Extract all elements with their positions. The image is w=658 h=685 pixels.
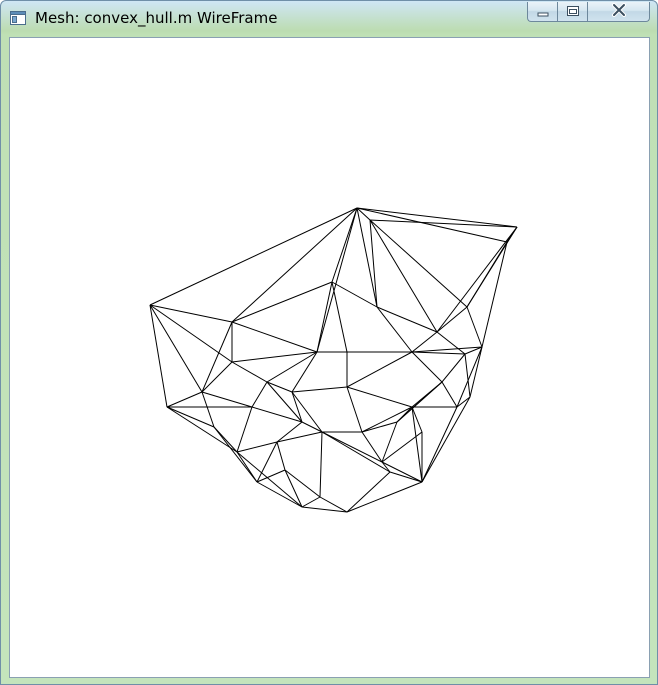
mesh-edge: [369, 219, 438, 333]
mesh-edge: [201, 391, 253, 408]
mesh-edge: [266, 381, 303, 423]
mesh-edge: [321, 431, 383, 463]
mesh-edge: [356, 207, 518, 228]
mesh-edge: [481, 241, 508, 348]
mesh-edge: [291, 391, 303, 423]
mesh-edge: [301, 421, 323, 433]
mesh-edge: [251, 406, 303, 423]
mesh-edge: [316, 207, 358, 353]
mesh-edge: [411, 351, 443, 383]
mesh-edge: [251, 381, 268, 408]
wireframe-mesh[interactable]: [10, 38, 651, 679]
mesh-edge: [331, 281, 378, 308]
minimize-button[interactable]: [527, 2, 557, 22]
mesh-edge: [321, 431, 391, 473]
mesh-edge: [331, 281, 348, 353]
mesh-edge: [291, 351, 318, 393]
mesh-edge: [369, 219, 468, 308]
mesh-edge: [411, 351, 466, 355]
mesh-edge: [464, 353, 471, 398]
mesh-edge: [346, 471, 391, 513]
mesh-edge: [441, 381, 458, 408]
title-bar[interactable]: Mesh: convex_hull.m WireFrame: [1, 1, 657, 35]
mesh-edge: [256, 441, 278, 483]
mesh-edge: [396, 381, 443, 423]
close-icon: [611, 2, 627, 21]
mesh-edge: [346, 351, 413, 388]
mesh-edge: [356, 207, 378, 308]
mesh-edge: [166, 406, 238, 453]
mesh-edge: [231, 361, 268, 383]
mesh-edge: [346, 386, 363, 433]
window-title: Mesh: convex_hull.m WireFrame: [35, 9, 278, 27]
maximize-button[interactable]: [557, 2, 587, 22]
mesh-edge: [346, 386, 413, 408]
mesh-edge: [411, 331, 438, 353]
mesh-edge: [441, 353, 466, 383]
mesh-edge: [149, 304, 168, 408]
mesh-edge: [301, 496, 321, 508]
mesh-edge: [376, 306, 438, 333]
mesh-edge: [231, 321, 318, 353]
viewport[interactable]: [9, 37, 650, 678]
mesh-edge: [213, 426, 258, 483]
maximize-icon: [565, 2, 581, 21]
mesh-edge: [436, 331, 466, 355]
mesh-edge: [256, 481, 303, 508]
mesh-edge: [236, 441, 278, 453]
mesh-edge: [466, 241, 508, 308]
mesh-edge: [236, 406, 253, 453]
app-window-icon[interactable]: [10, 10, 26, 26]
mesh-edge: [361, 406, 413, 433]
mesh-edge: [236, 451, 303, 508]
mesh-edge: [506, 226, 518, 243]
mesh-edge: [201, 361, 233, 393]
mesh-edge: [166, 406, 215, 428]
mesh-edge: [436, 226, 518, 333]
mesh-edge: [201, 321, 233, 393]
mesh-edge: [231, 281, 333, 323]
minimize-icon: [536, 2, 550, 21]
mesh-edge: [149, 304, 203, 393]
mesh-edge: [276, 441, 286, 471]
mesh-edge: [201, 391, 215, 428]
mesh-edge: [466, 306, 483, 348]
mesh-edge: [421, 406, 458, 483]
mesh-edge: [319, 431, 323, 498]
mesh-edge: [346, 481, 423, 513]
mesh-edge: [231, 351, 318, 363]
mesh-edge: [421, 396, 471, 483]
caption-buttons: [527, 2, 650, 23]
mesh-edge: [166, 391, 203, 408]
mesh-edge: [381, 461, 423, 483]
close-button[interactable]: [587, 2, 650, 22]
mesh-edge: [369, 219, 518, 228]
mesh-edge: [316, 281, 333, 353]
mesh-edge: [436, 306, 468, 333]
mesh-edge: [291, 386, 348, 393]
mesh-edge: [149, 207, 358, 306]
app-window: Mesh: convex_hull.m WireFrame: [0, 0, 658, 685]
mesh-edge: [369, 219, 378, 308]
mesh-edge: [284, 469, 303, 508]
mesh-edge: [284, 469, 321, 498]
